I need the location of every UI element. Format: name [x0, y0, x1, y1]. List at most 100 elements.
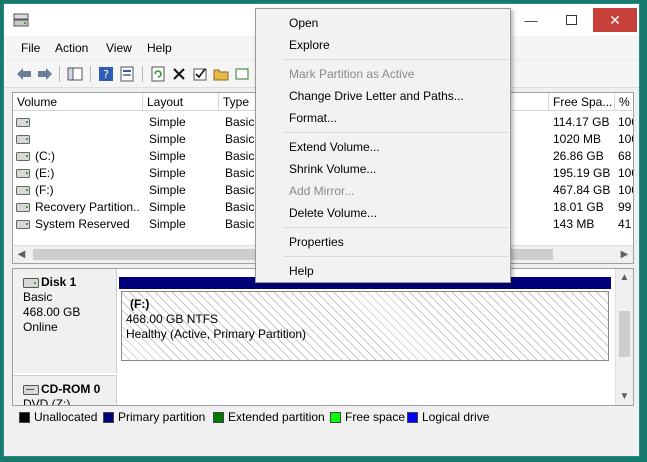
context-menu-explore[interactable]: Explore — [289, 38, 330, 52]
volume-name — [35, 114, 140, 131]
extra-toolbar-button[interactable] — [233, 65, 251, 83]
minimize-button[interactable]: — — [511, 8, 551, 32]
cdrom-drive: DVD (Z:) — [23, 397, 71, 406]
volume-type: Basic — [225, 217, 255, 231]
disk-1-title: Disk 1 — [41, 275, 77, 289]
context-menu-add-mirror: Add Mirror... — [289, 184, 355, 198]
volume-layout: Simple — [149, 183, 186, 197]
volume-name: System Reserved — [35, 217, 130, 231]
legend: Unallocated Primary partition Extended p… — [12, 407, 634, 427]
context-menu-separator — [284, 227, 508, 228]
minimize-icon: — — [524, 12, 538, 28]
context-menu-format[interactable]: Format... — [289, 111, 337, 125]
context-menu-delete-volume[interactable]: Delete Volume... — [289, 206, 377, 220]
legend-free-space: Free space — [330, 410, 405, 424]
close-button[interactable]: ✕ — [593, 8, 637, 32]
context-menu-change-drive-letter[interactable]: Change Drive Letter and Paths... — [289, 89, 464, 103]
volume-free-space: 143 MB — [553, 217, 595, 231]
column-header-percent-free[interactable]: % F — [615, 93, 633, 111]
partition-name: (F:) — [130, 297, 150, 311]
legend-label: Logical drive — [422, 410, 490, 424]
hard-disk-icon — [23, 277, 39, 288]
console-tree-button[interactable] — [66, 65, 84, 83]
drive-icon — [16, 186, 30, 195]
toolbar-separator — [90, 66, 91, 82]
partition-f[interactable]: (F:) 468.00 GB NTFS Healthy (Active, Pri… — [121, 291, 609, 361]
properties-button[interactable] — [118, 65, 136, 83]
volume-free-space: 195.19 GB — [553, 166, 611, 180]
check-settings-icon — [193, 68, 207, 81]
refresh-icon — [151, 66, 165, 82]
context-menu-shrink-volume[interactable]: Shrink Volume... — [289, 162, 376, 176]
scroll-left-arrow-icon[interactable]: ◀ — [13, 246, 30, 263]
context-menu-properties[interactable]: Properties — [289, 235, 344, 249]
volume-type: Basic — [225, 200, 255, 214]
disk-management-app-icon — [13, 13, 29, 27]
drive-icon — [16, 220, 30, 229]
context-menu: Open Explore Mark Partition as Active Ch… — [255, 8, 511, 283]
forward-button[interactable] — [36, 65, 54, 83]
properties-icon — [120, 66, 134, 82]
context-menu-extend-volume[interactable]: Extend Volume... — [289, 140, 380, 154]
toolbar-separator — [59, 66, 60, 82]
volume-type: Basic — [225, 166, 255, 180]
disk-1-status: Online — [23, 320, 58, 334]
column-header-volume[interactable]: Volume — [13, 93, 143, 111]
volume-percent-free: 41 — [618, 217, 632, 231]
menu-view[interactable]: View — [106, 41, 132, 55]
legend-unallocated: Unallocated — [19, 410, 97, 424]
volume-percent-free: 100 — [618, 115, 633, 129]
back-button[interactable] — [15, 65, 33, 83]
legend-logical-drive: Logical drive — [407, 410, 489, 424]
cdrom-title: CD-ROM 0 — [41, 382, 101, 396]
volume-layout: Simple — [149, 217, 186, 231]
refresh-button[interactable] — [149, 65, 167, 83]
scroll-down-arrow-icon[interactable]: ▼ — [616, 388, 633, 405]
delete-button[interactable] — [170, 65, 188, 83]
column-header-free-space[interactable]: Free Spa... — [549, 93, 615, 111]
volume-layout: Simple — [149, 115, 186, 129]
volume-percent-free: 100 — [618, 132, 633, 146]
volume-type: Basic — [225, 183, 255, 197]
menu-help[interactable]: Help — [147, 41, 172, 55]
volume-name: (C:) — [35, 149, 55, 163]
disk-1-type: Basic — [23, 290, 53, 304]
legend-swatch — [407, 411, 418, 423]
volume-name: (E:) — [35, 166, 55, 180]
scroll-right-arrow-icon[interactable]: ▶ — [616, 246, 633, 263]
drive-icon — [16, 135, 30, 144]
settings-button[interactable] — [191, 65, 209, 83]
vertical-scrollbar[interactable]: ▲ ▼ — [615, 269, 633, 405]
back-arrow-icon — [17, 68, 31, 80]
disk-1-label[interactable]: Disk 1 Basic 468.00 GB Online — [13, 269, 117, 373]
volume-type: Basic — [225, 132, 255, 146]
partition-size-fs: 468.00 GB NTFS — [126, 312, 219, 326]
context-menu-separator — [284, 256, 508, 257]
legend-label: Extended partition — [228, 410, 325, 424]
cdrom-0-label[interactable]: CD-ROM 0 DVD (Z:) — [13, 375, 117, 406]
disk-view-icon — [235, 68, 249, 80]
legend-label: Primary partition — [118, 410, 206, 424]
column-header-layout[interactable]: Layout — [143, 93, 219, 111]
context-menu-help[interactable]: Help — [289, 264, 314, 278]
legend-label: Unallocated — [34, 410, 98, 424]
help-button[interactable]: ? — [97, 65, 115, 83]
volume-name — [35, 131, 140, 148]
scroll-up-arrow-icon[interactable]: ▲ — [616, 269, 633, 286]
volume-free-space: 114.17 GB — [553, 115, 610, 129]
toolbar-separator — [142, 66, 143, 82]
volume-name: Recovery Partition... — [35, 200, 140, 214]
maximize-icon — [565, 15, 577, 25]
legend-swatch — [213, 411, 224, 423]
context-menu-open[interactable]: Open — [289, 16, 318, 30]
menu-file[interactable]: File — [21, 41, 40, 55]
help-icon: ? — [99, 67, 113, 81]
drive-icon — [16, 152, 30, 161]
volume-percent-free: 100 — [618, 183, 633, 197]
open-folder-button[interactable] — [212, 65, 230, 83]
vertical-scroll-thumb[interactable] — [619, 311, 630, 357]
maximize-button[interactable] — [551, 8, 591, 32]
drive-icon — [16, 203, 30, 212]
menu-action[interactable]: Action — [55, 41, 88, 55]
volume-free-space: 18.01 GB — [553, 200, 604, 214]
